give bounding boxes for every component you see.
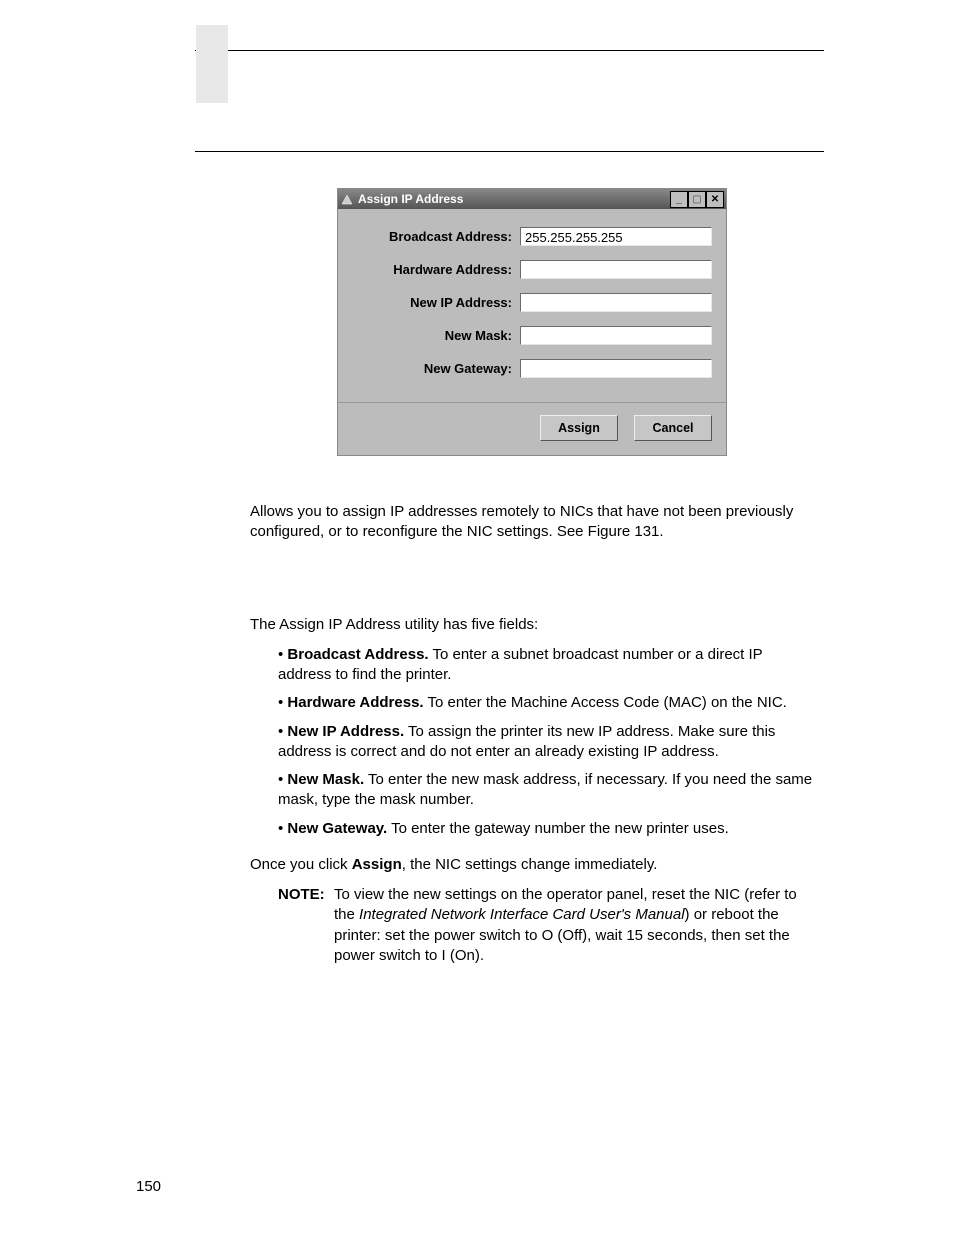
hardware-description: • Hardware Address. To enter the Machine… bbox=[278, 693, 814, 713]
dialog-title: Assign IP Address bbox=[358, 192, 670, 206]
note-block: NOTE: To view the new settings on the op… bbox=[278, 885, 814, 966]
section-rule bbox=[195, 151, 824, 152]
dialog-titlebar: Assign IP Address _ ▢ ✕ bbox=[338, 189, 726, 209]
minimize-button[interactable]: _ bbox=[670, 191, 688, 208]
new-ip-address-label: New IP Address: bbox=[352, 295, 520, 310]
broadcast-lead: Broadcast Address. bbox=[287, 646, 428, 663]
broadcast-description: • Broadcast Address. To enter a subnet b… bbox=[278, 645, 814, 686]
page-number: 150 bbox=[136, 1178, 161, 1195]
once-post: , the NIC settings change immediately. bbox=[402, 856, 658, 873]
window-controls: _ ▢ ✕ bbox=[670, 191, 724, 208]
new-mask-lead: New Mask. bbox=[287, 771, 364, 788]
hardware-address-input[interactable] bbox=[520, 260, 712, 279]
hardware-lead: Hardware Address. bbox=[287, 694, 423, 711]
cancel-button[interactable]: Cancel bbox=[634, 415, 712, 441]
new-mask-input[interactable] bbox=[520, 326, 712, 345]
intro-paragraph: Allows you to assign IP addresses remote… bbox=[250, 502, 814, 543]
note-italic: Integrated Network Interface Card User's… bbox=[359, 906, 685, 923]
new-ip-address-input[interactable] bbox=[520, 293, 712, 312]
minimize-icon: _ bbox=[676, 194, 682, 205]
field-descriptions: • Broadcast Address. To enter a subnet b… bbox=[250, 645, 814, 839]
note-text: To view the new settings on the operator… bbox=[334, 885, 814, 966]
once-bold: Assign bbox=[352, 856, 402, 873]
once-pre: Once you click bbox=[250, 856, 352, 873]
close-icon: ✕ bbox=[711, 194, 719, 205]
broadcast-address-input[interactable]: 255.255.255.255 bbox=[520, 227, 712, 246]
hardware-rest: To enter the Machine Access Code (MAC) o… bbox=[424, 694, 787, 711]
new-gateway-label: New Gateway: bbox=[352, 361, 520, 376]
broadcast-address-label: Broadcast Address: bbox=[352, 229, 520, 244]
close-button[interactable]: ✕ bbox=[706, 191, 724, 208]
dialog-button-bar: Assign Cancel bbox=[338, 402, 726, 455]
hardware-address-label: Hardware Address: bbox=[352, 262, 520, 277]
maximize-icon: ▢ bbox=[692, 194, 701, 205]
fields-intro: The Assign IP Address utility has five f… bbox=[250, 615, 814, 635]
cancel-button-label: Cancel bbox=[653, 421, 694, 435]
header-rule bbox=[195, 50, 824, 51]
new-gateway-rest: To enter the gateway number the new prin… bbox=[387, 820, 729, 837]
assign-button[interactable]: Assign bbox=[540, 415, 618, 441]
new-gateway-description: • New Gateway. To enter the gateway numb… bbox=[278, 819, 814, 839]
app-icon bbox=[340, 192, 354, 206]
new-mask-description: • New Mask. To enter the new mask addres… bbox=[278, 770, 814, 811]
assign-ip-dialog: Assign IP Address _ ▢ ✕ Broadcast Addres… bbox=[337, 188, 727, 456]
note-label: NOTE: bbox=[278, 885, 334, 966]
new-ip-description: • New IP Address. To assign the printer … bbox=[278, 722, 814, 763]
new-ip-lead: New IP Address. bbox=[287, 723, 404, 740]
new-gateway-input[interactable] bbox=[520, 359, 712, 378]
maximize-button[interactable]: ▢ bbox=[688, 191, 706, 208]
new-gateway-lead: New Gateway. bbox=[287, 820, 387, 837]
chapter-tab bbox=[196, 25, 228, 103]
assign-button-label: Assign bbox=[558, 421, 600, 435]
new-mask-label: New Mask: bbox=[352, 328, 520, 343]
once-click-paragraph: Once you click Assign, the NIC settings … bbox=[250, 855, 814, 875]
dialog-body: Broadcast Address: 255.255.255.255 Hardw… bbox=[338, 209, 726, 402]
